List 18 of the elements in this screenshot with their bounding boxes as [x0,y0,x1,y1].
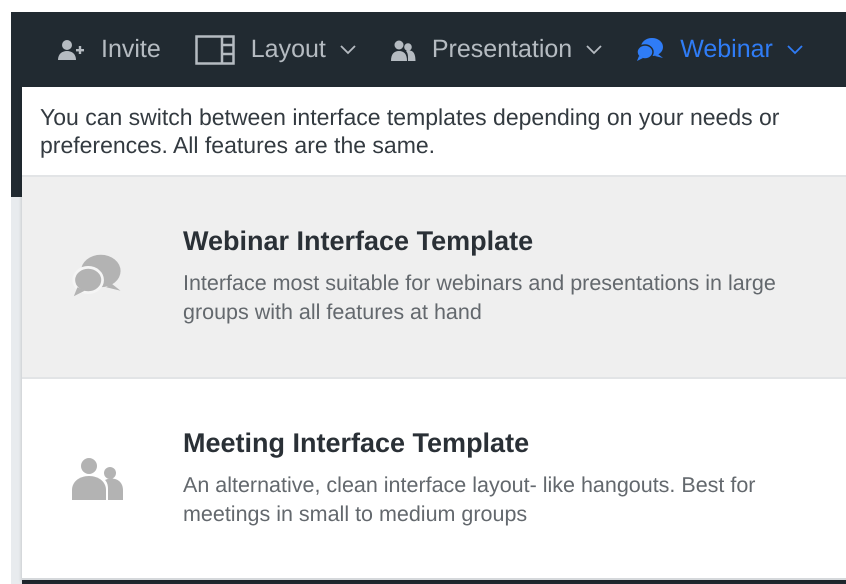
layout-icon [194,34,235,64]
caret-icon [340,44,356,54]
chat-bubbles-icon [636,36,664,62]
template-description: An alternative, clean interface layout- like hangouts. Best for meetings in small to medium groups [183,472,756,528]
toolbar-tab[interactable]: Invite [57,35,161,64]
people-icon [72,456,124,500]
caret-icon [786,44,803,54]
toolbar-tab[interactable]: Layout [194,34,356,64]
people-icon [390,38,416,60]
template-description: Interface most suitable for webinars and presentations in large groups with all features at hand [183,270,777,326]
toolbar-tab[interactable]: Webinar [636,35,803,64]
add-person-icon [57,38,85,62]
template-option[interactable]: Webinar Interface Template Interface most suitable for webinars and presentations in large groups with all features at hand [22,177,846,376]
template-option[interactable]: Meeting Interface Template An alternative, clean interface layout- like hangouts. Best for meetings in small to medium groups [22,376,846,578]
caret-icon [586,44,602,54]
template-title: Webinar Interface Template [183,226,534,258]
toolbar-tab[interactable]: Presentation [390,35,602,64]
template-title: Meeting Interface Template [183,428,530,459]
